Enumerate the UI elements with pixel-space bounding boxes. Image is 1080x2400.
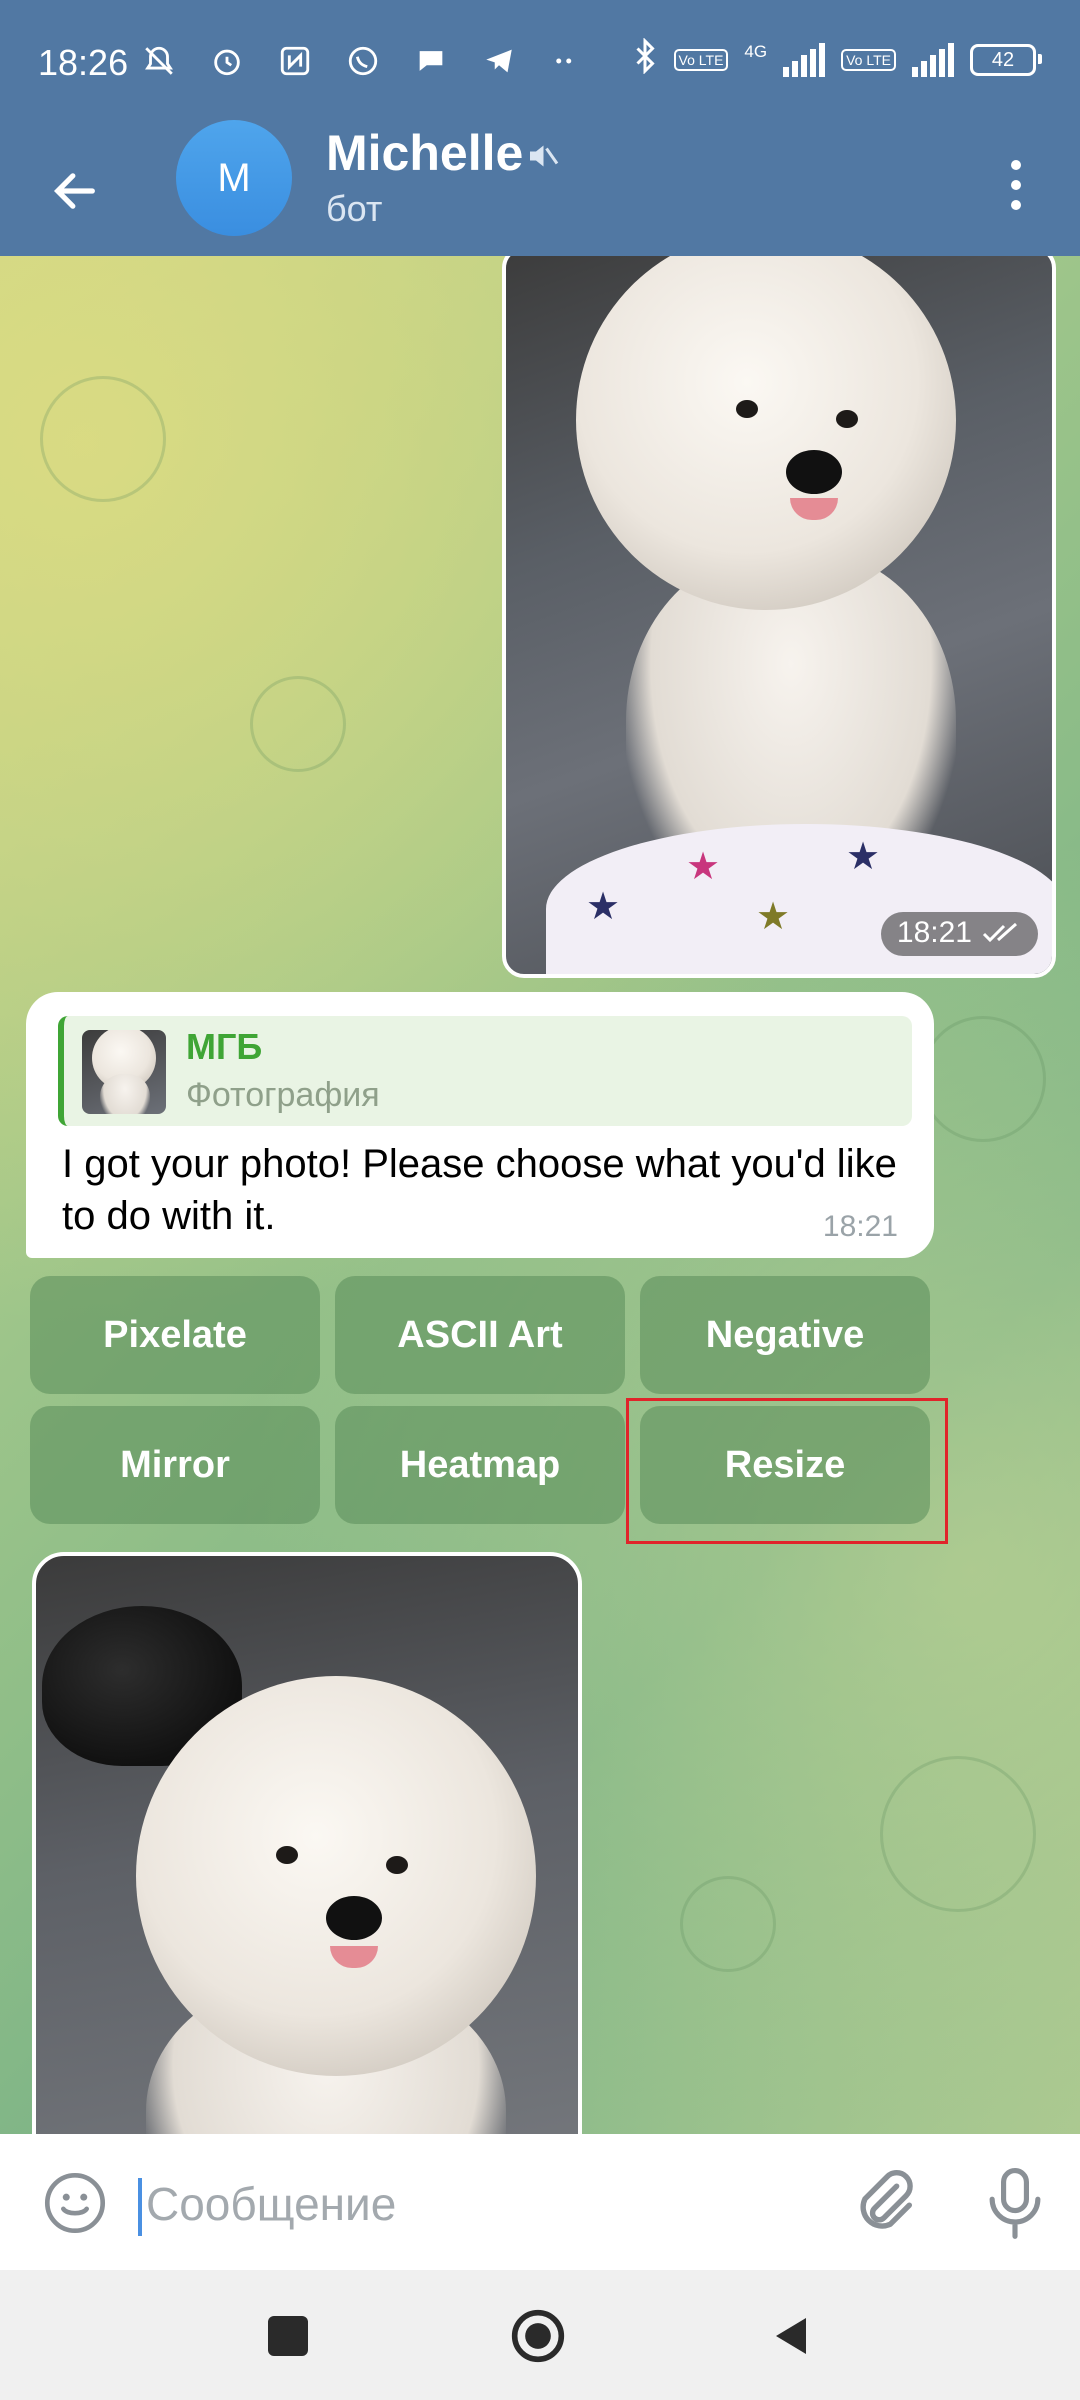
signal-icon-2 — [912, 43, 954, 77]
message-time: 18:21 — [822, 1210, 898, 1243]
bluetooth-icon — [632, 37, 658, 82]
photo-timestamp: 18:21 — [880, 912, 1038, 956]
system-navigation-bar — [0, 2270, 1080, 2400]
incoming-photo[interactable] — [32, 1552, 582, 2134]
chat-title[interactable]: Michelle — [326, 124, 523, 182]
wallpaper-doodle — [40, 376, 166, 502]
battery-icon: 42 — [970, 44, 1042, 76]
quoted-author: МГБ — [186, 1026, 263, 1067]
telegram-icon — [482, 44, 516, 87]
message-input-bar — [0, 2134, 1080, 2270]
emoji-icon[interactable] — [40, 2168, 110, 2238]
top-bar: 18:26 Vo LTE 4G Vo LTE 42 M Michelle бот — [0, 0, 1080, 256]
message-input[interactable] — [146, 2164, 826, 2244]
dog-nose — [326, 1896, 382, 1940]
volte-badge: Vo LTE — [673, 49, 729, 71]
highlight-box — [626, 1398, 948, 1544]
recent-apps-button[interactable] — [268, 2316, 308, 2356]
dog-eye — [836, 410, 858, 428]
pixelate-button[interactable]: Pixelate — [30, 1276, 320, 1394]
battery-level: 42 — [991, 48, 1015, 71]
mirror-button[interactable]: Mirror — [30, 1406, 320, 1524]
more-notifications-icon — [550, 44, 580, 87]
wallpaper-doodle — [920, 1016, 1046, 1142]
avatar[interactable]: M — [176, 120, 292, 236]
heatmap-button[interactable]: Heatmap — [335, 1406, 625, 1524]
quoted-photo-thumbnail — [82, 1030, 166, 1114]
dog-head — [576, 256, 956, 610]
home-button[interactable] — [510, 2308, 566, 2364]
text-cursor — [138, 2178, 142, 2236]
dog-head — [136, 1676, 536, 2076]
bot-message-bubble[interactable]: МГБ Фотография I got your photo! Please … — [26, 992, 934, 1258]
chat-icon — [414, 44, 448, 87]
dog-nose — [786, 450, 842, 494]
ascii-art-button[interactable]: ASCII Art — [335, 1276, 625, 1394]
whatsapp-icon — [346, 44, 380, 87]
muted-speaker-icon — [530, 145, 559, 167]
outgoing-photo[interactable]: ★ ★ ★ ★ 18:21 — [502, 256, 1056, 978]
signal-icon — [783, 43, 826, 77]
status-bar: 18:26 Vo LTE 4G Vo LTE 42 — [0, 0, 1080, 120]
wallpaper-doodle — [250, 676, 346, 772]
nav-back-button[interactable] — [768, 2312, 816, 2360]
negative-button[interactable]: Negative — [640, 1276, 930, 1394]
status-time: 18:26 — [38, 42, 129, 83]
notification-icons — [142, 44, 594, 87]
quoted-reply[interactable]: МГБ Фотография — [58, 1016, 912, 1126]
bell-off-icon — [142, 44, 176, 87]
microphone-icon[interactable] — [980, 2162, 1050, 2242]
photo-time: 18:21 — [896, 916, 972, 949]
chat-subtitle: бот — [326, 188, 383, 229]
dog-eye — [736, 400, 758, 418]
nfc-icon — [278, 44, 312, 87]
network-type: 4G — [744, 42, 768, 61]
wallpaper-doodle — [880, 1756, 1036, 1912]
paperclip-icon[interactable] — [846, 2164, 922, 2240]
back-button[interactable] — [40, 156, 110, 226]
more-options-button[interactable] — [986, 150, 1046, 220]
volte-badge-2: Vo LTE — [841, 49, 896, 71]
system-icons: Vo LTE 4G Vo LTE 42 — [632, 37, 1042, 82]
chat-area[interactable]: ★ ★ ★ ★ 18:21 МГБ Фотография I got your … — [0, 256, 1080, 2134]
message-text: I got your photo! Please choose what you… — [62, 1142, 897, 1238]
app-bar: M Michelle бот — [0, 120, 1080, 256]
quoted-text: Фотография — [186, 1076, 380, 1114]
double-check-icon — [982, 922, 1017, 943]
arrow-left-icon — [53, 173, 95, 209]
alarm-icon — [210, 44, 244, 87]
wallpaper-doodle — [680, 1876, 776, 1972]
